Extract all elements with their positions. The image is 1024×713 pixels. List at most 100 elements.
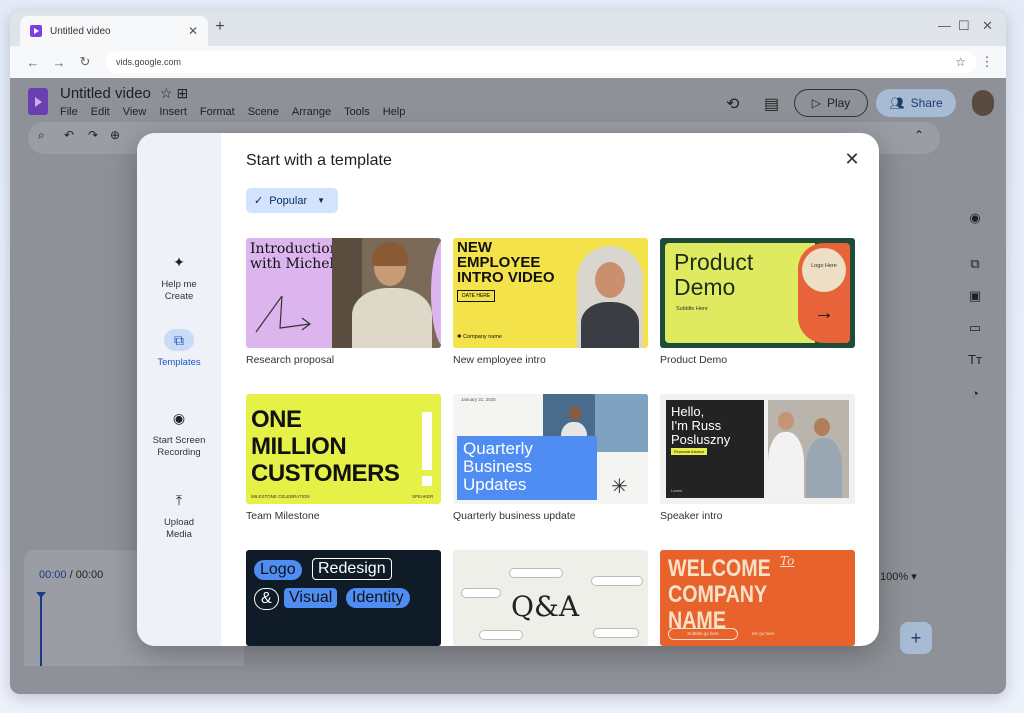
pill-word: Redesign [312, 558, 392, 580]
sidebar-item-screen-recording[interactable]: ◉ Start Screen Recording [137, 407, 221, 459]
template-card-team-milestone[interactable]: ONE MILLION CUSTOMERS MILESTONE CELEBRAT… [246, 394, 441, 504]
sidebar-item-upload-media[interactable]: ⤒ Upload Media [137, 489, 221, 541]
template-card-product-demo[interactable]: Product Demo Subtitle Here Logo Here → [660, 238, 855, 348]
back-icon[interactable]: ← [20, 55, 46, 70]
browser-tab[interactable]: Untitled video ✕ [20, 16, 208, 46]
card-title-line: Business [463, 457, 532, 476]
sidebar-label: Help me [161, 279, 197, 290]
forward-icon[interactable]: → [46, 55, 72, 70]
menu-arrange[interactable]: Arrange [292, 106, 331, 118]
record-icon[interactable]: ◉ [960, 210, 990, 226]
employee-photo [577, 246, 643, 348]
chip-label: Popular [269, 194, 308, 207]
card-title: ONE MILLION CUSTOMERS [251, 406, 400, 487]
maximize-icon[interactable]: ☐ [958, 18, 970, 34]
avatar[interactable] [972, 90, 994, 116]
template-caption: Team Milestone [246, 510, 320, 522]
card-title-line: WELCOME [668, 555, 771, 582]
template-card-new-employee-intro[interactable]: NEW EMPLOYEE INTRO VIDEO DATE HERE ✱ Com… [453, 238, 648, 348]
shapes-icon[interactable]: ◔ [960, 386, 990, 401]
bookmark-star-icon[interactable]: ☆ [955, 55, 966, 69]
card-title-line: Hello, [671, 404, 705, 419]
card-title-line: Introduction [250, 241, 339, 257]
folder-icon[interactable]: ▭ [960, 320, 990, 336]
sidebar-item-help-me-create[interactable]: ✦ Help me Create [137, 251, 221, 303]
milestone-footer-right: SPEAKER [412, 494, 434, 499]
card-title-line: CUSTOMERS [251, 460, 400, 487]
tab-title: Untitled video [50, 25, 111, 37]
url-text: vids.google.com [116, 57, 182, 67]
redo-icon[interactable]: ↷ [88, 128, 98, 142]
new-tab-button[interactable]: + [210, 18, 230, 36]
star-and-folder-icons[interactable]: ☆ ⊞ [160, 85, 188, 102]
menu-file[interactable]: File [60, 106, 78, 118]
upload-icon: ⤒ [175, 492, 183, 508]
speaker-photo [768, 400, 849, 498]
add-scene-button[interactable]: + [900, 622, 932, 654]
menu-insert[interactable]: Insert [159, 106, 187, 118]
card-title-line: Updates [463, 475, 527, 494]
play-button[interactable]: ▷ Play [794, 89, 868, 117]
playhead[interactable] [36, 592, 46, 666]
template-card-speaker-intro[interactable]: Hello, I'm Russ Posluszny Financial Advi… [660, 394, 855, 504]
menu-bar: File Edit View Insert Format Scene Arran… [60, 106, 405, 118]
pill-word: & [254, 588, 279, 610]
search-icon[interactable]: ⌕ [38, 128, 45, 143]
reload-icon[interactable]: ↻ [72, 54, 98, 70]
collapse-chevron-icon[interactable]: ⌃ [914, 128, 924, 142]
speaker-name: Lorem [671, 488, 683, 493]
presenter-photo [332, 238, 441, 348]
dialog-sidebar: ✦ Help me Create ⧉ Templates ◉ Start Scr… [137, 133, 221, 646]
minimize-icon[interactable]: — [938, 18, 951, 33]
arrow-right-icon: → [814, 302, 834, 324]
welcome-subtitle: Subtitle go here [668, 628, 738, 640]
pill-word: Identity [346, 588, 410, 608]
url-bar: ← → ↻ vids.google.com ☆ ⋮ [10, 46, 1006, 78]
popular-filter-chip[interactable]: ✓ Popular ▼ [246, 188, 338, 213]
tab-bar: Untitled video ✕ + — ☐ ✕ [10, 10, 1006, 46]
browser-menu-icon[interactable]: ⋮ [976, 54, 998, 70]
card-title: Product Demo [674, 250, 753, 300]
card-title: NEW EMPLOYEE INTRO VIDEO [457, 240, 555, 285]
template-card-welcome[interactable]: WELCOME COMPANY NAME To Subtitle go here… [660, 550, 855, 646]
menu-edit[interactable]: Edit [91, 106, 110, 118]
company-name: ✱ Company name [457, 334, 502, 340]
text-icon[interactable]: Tт [960, 352, 990, 367]
media-icon[interactable]: ▣ [960, 288, 990, 304]
tab-close-icon[interactable]: ✕ [188, 24, 198, 38]
menu-format[interactable]: Format [200, 106, 235, 118]
address-input[interactable]: vids.google.com ☆ [106, 51, 976, 73]
vids-logo-icon[interactable] [28, 88, 48, 115]
card-title-line: INTRO VIDEO [457, 269, 555, 286]
card-subtitle: Subtitle Here [676, 306, 708, 312]
timecode: 00:00 / 00:00 [39, 569, 103, 581]
card-title: Quarterly Business Updates [457, 436, 597, 500]
milestone-footer-left: MILESTONE CELEBRATION [251, 494, 310, 499]
menu-help[interactable]: Help [383, 106, 406, 118]
sidebar-item-templates[interactable]: ⧉ Templates [137, 329, 221, 369]
templates-rail-icon[interactable]: ⧉ [960, 256, 990, 272]
add-person-icon: 👥︎ [889, 96, 905, 110]
zoom-level[interactable]: 100% ▾ [880, 570, 917, 583]
template-caption: Quarterly business update [453, 510, 576, 522]
sidebar-label: Templates [157, 357, 201, 368]
date-tag: DATE HERE [457, 290, 496, 302]
undo-icon[interactable]: ↶ [64, 128, 74, 142]
timecode-current: 00:00 [39, 569, 67, 581]
template-card-logo-redesign[interactable]: Logo Redesign & Visual Identity [246, 550, 441, 646]
comment-icon[interactable]: ▤ [764, 94, 779, 114]
history-icon[interactable]: ⟲ [726, 94, 739, 114]
record-icon: ◉ [172, 410, 186, 426]
close-icon[interactable]: ✕ [842, 149, 862, 170]
menu-scene[interactable]: Scene [248, 106, 279, 118]
template-card-research-proposal[interactable]: Introduction with Michelle [246, 238, 441, 348]
window-close-icon[interactable]: ✕ [982, 18, 993, 34]
template-card-q-and-a[interactable]: Q&A [453, 550, 648, 646]
zoom-icon[interactable]: ⊕ [110, 128, 120, 142]
card-title-line: COMPANY NAME [668, 581, 767, 634]
document-title[interactable]: Untitled video [60, 85, 151, 102]
menu-view[interactable]: View [123, 106, 147, 118]
share-button[interactable]: 👥︎ Share [876, 89, 956, 117]
template-card-quarterly-update[interactable]: January 31, 2025 Quarterly Business Upda… [453, 394, 648, 504]
menu-tools[interactable]: Tools [344, 106, 370, 118]
